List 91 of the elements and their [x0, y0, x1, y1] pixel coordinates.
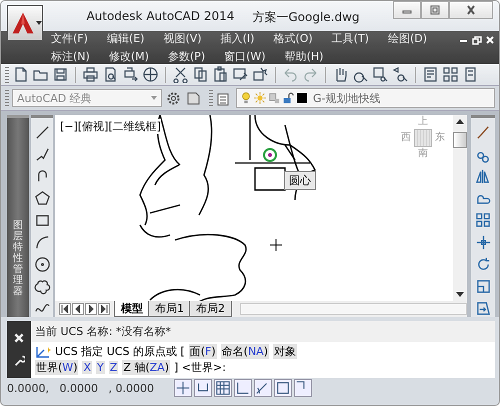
arc-tool-icon[interactable] [34, 234, 50, 251]
caret-icon [151, 96, 157, 100]
paintbrush-icon[interactable] [474, 124, 492, 141]
polyline-tool-icon[interactable] [34, 146, 50, 163]
menu-item[interactable]: 文件(F) [51, 31, 88, 46]
command-history: 当前 UCS 名称: *没有名称* [31, 320, 495, 342]
scroll-down-icon[interactable] [456, 292, 464, 297]
menu-item[interactable]: 参数(P) [168, 49, 206, 64]
tab-nav-icon[interactable] [85, 302, 97, 315]
zoom-previous-icon[interactable] [392, 66, 409, 84]
menu-item[interactable]: 绘图(D) [388, 31, 428, 46]
wrench-icon[interactable] [13, 354, 25, 367]
prompt-text: UCS 指定 UCS 的原点或 [ [55, 344, 185, 360]
scroll-thumb[interactable] [453, 132, 467, 148]
tab-nav-icon[interactable] [59, 302, 71, 315]
layout-tab[interactable]: 布局2 [189, 300, 232, 317]
floppy-icon[interactable] [52, 66, 69, 84]
bracket-toggle-icon[interactable] [194, 379, 212, 398]
app-menu-button[interactable] [7, 5, 43, 41]
scale-icon[interactable] [474, 278, 492, 295]
command-option[interactable]: 世界(W) [35, 360, 78, 376]
command-option[interactable]: Y [96, 361, 105, 374]
close-button[interactable] [449, 1, 493, 19]
maximize-button[interactable] [421, 1, 449, 19]
sphere-icon[interactable] [142, 66, 159, 84]
palette-title[interactable]: 图层特性管理器 [13, 220, 23, 297]
menu-item[interactable]: 插入(I) [220, 31, 254, 46]
menu-item[interactable]: 编辑(E) [106, 31, 144, 46]
stretch-icon[interactable] [474, 300, 492, 317]
scissors-icon[interactable] [172, 66, 189, 84]
array-icon[interactable] [474, 212, 492, 229]
pentagon-tool-icon[interactable] [34, 190, 50, 207]
menu-item[interactable]: 标注(N) [51, 49, 90, 64]
file-name: 方案一Google.dwg [252, 9, 360, 26]
ucs-axis-icon [34, 344, 52, 359]
polar-toggle-icon[interactable] [254, 379, 272, 398]
mirror-icon[interactable] [474, 168, 492, 185]
tracking-toggle-icon[interactable] [294, 379, 312, 398]
command-option[interactable]: 对象 [273, 344, 297, 360]
workspace-icon[interactable] [185, 90, 202, 106]
sun-icon [254, 92, 266, 104]
clipboard-icon[interactable] [212, 66, 229, 84]
command-option[interactable]: Z [108, 361, 118, 374]
printer-icon[interactable] [82, 66, 99, 84]
command-option[interactable]: 面(F) [188, 344, 217, 360]
tab-nav-icon[interactable] [72, 302, 84, 315]
horizontal-scrollbar[interactable] [240, 302, 467, 315]
line-tool-icon[interactable] [34, 124, 50, 141]
copy-icon[interactable] [192, 66, 209, 84]
menu-item[interactable]: 修改(M) [108, 49, 149, 64]
drawing-canvas[interactable]: [−][俯视][二维线框] 圆心 上 西 东 南 [55, 114, 453, 301]
scroll-up-icon[interactable] [456, 118, 464, 124]
menu-item[interactable]: 帮助(H) [284, 49, 324, 64]
circle-tool-icon[interactable] [34, 256, 50, 273]
command-option[interactable]: 命名(NA) [220, 344, 269, 360]
layer-color-swatch [296, 92, 308, 104]
move-icon[interactable] [474, 234, 492, 251]
properties-icon[interactable] [422, 66, 439, 84]
vertical-scrollbar[interactable] [453, 114, 467, 301]
command-option[interactable]: X [82, 361, 92, 374]
coordinates-readout: 0.0000, 0.0000 , 0.0000 [7, 382, 154, 395]
grid-icon[interactable] [442, 66, 459, 84]
maximize-icon [429, 5, 441, 15]
snap-tooltip: 圆心 [284, 170, 316, 190]
zoom-window-icon[interactable] [372, 66, 389, 84]
menu-item[interactable]: 窗口(W) [224, 49, 266, 64]
window-title: Autodesk AutoCAD 2014 [86, 9, 234, 25]
gear-icon[interactable] [165, 90, 182, 106]
letter-a-logo-icon [10, 10, 36, 36]
object-snap-toggle-icon[interactable] [274, 379, 292, 398]
grid-snap-toggle-icon[interactable] [174, 379, 192, 398]
viewport-label[interactable]: [−][俯视][二维线框] [60, 118, 161, 134]
close-icon [465, 5, 477, 15]
menu-item[interactable]: 工具(T) [332, 31, 369, 46]
printer-arrow-icon[interactable] [122, 66, 139, 84]
caret-icon [36, 21, 42, 25]
menu-item[interactable]: 格式(O) [273, 31, 313, 46]
grid-toggle-icon[interactable] [214, 379, 232, 398]
minimize-button[interactable] [393, 1, 421, 19]
restore-icon[interactable] [472, 35, 482, 45]
ortho-toggle-icon[interactable] [234, 379, 252, 398]
close-icon[interactable] [13, 332, 25, 344]
menu-item[interactable]: 视图(V) [163, 31, 202, 46]
lightbulb-icon [240, 92, 252, 104]
tab-nav-icon[interactable] [98, 302, 110, 315]
prompt-text: ] <世界>: [174, 360, 226, 376]
lock-icon [282, 92, 294, 104]
command-option[interactable]: Z 轴(ZA) [122, 360, 170, 376]
center-snap-marker [263, 148, 277, 162]
layer-dropdown[interactable]: G-规划地快线 [236, 88, 495, 108]
cloud-tool-icon[interactable] [34, 278, 50, 295]
